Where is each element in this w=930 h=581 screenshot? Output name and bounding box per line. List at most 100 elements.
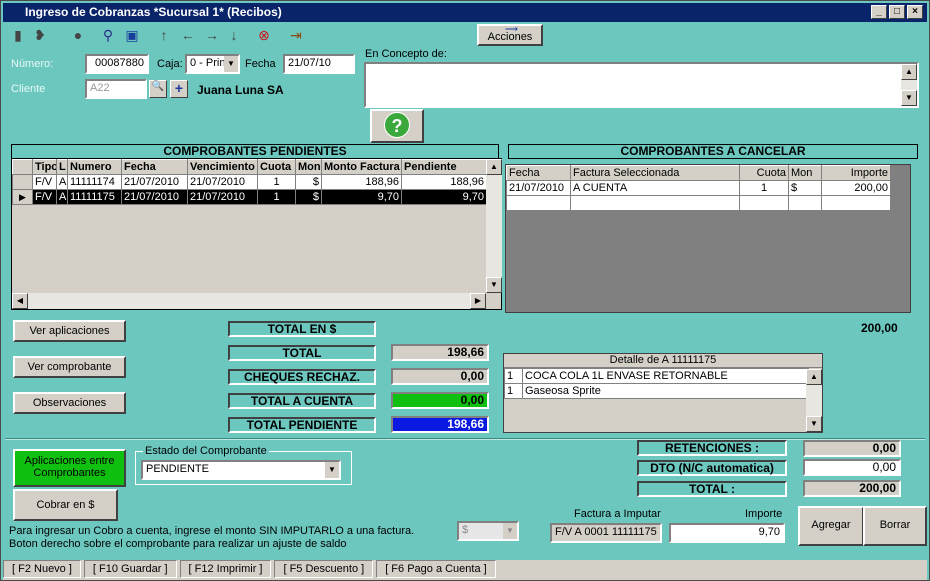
col-header[interactable]: Monto Factura (321, 159, 402, 175)
list-item[interactable]: 1 COCA COLA 1L ENVASE RETORNABLE (504, 368, 809, 384)
borrar-button[interactable]: Borrar (863, 506, 927, 546)
caja-select[interactable]: 0 - Prin ▼ (185, 54, 240, 74)
col-header[interactable]: Numero (67, 159, 122, 175)
currency-select[interactable]: $ ▼ (457, 521, 519, 541)
dto-input[interactable]: 0,00 (803, 459, 901, 476)
cell: COCA COLA 1L ENVASE RETORNABLE (522, 368, 809, 384)
total-label: TOTAL (228, 345, 376, 361)
cell: 11111175 (67, 189, 122, 205)
scroll-up-icon[interactable]: ▲ (486, 159, 502, 175)
status-f12-imprimir[interactable]: [ F12 Imprimir ] (179, 560, 272, 578)
cell: Gaseosa Sprite (522, 383, 809, 399)
cancel-icon[interactable]: ⊗ (255, 26, 273, 44)
chevron-down-icon[interactable]: ▼ (503, 523, 517, 539)
cliente-code-input[interactable]: A22 (85, 79, 147, 99)
help-button[interactable]: ? (370, 109, 424, 143)
scroll-down-icon[interactable]: ▼ (486, 277, 502, 293)
chevron-down-icon[interactable]: ▼ (325, 462, 339, 478)
col-header[interactable]: Vencimiento (187, 159, 258, 175)
bag-icon[interactable]: ● (69, 26, 87, 44)
toolbar: ▮ ❥ ● ⚲ ▣ ↑ ← → ↓ ⊗ ⇥ ⟶ Acciones (3, 23, 927, 47)
search-icon[interactable]: ⚲ (99, 26, 117, 44)
detalle-panel: Detalle de A 11111175 1 COCA COLA 1L ENV… (503, 353, 823, 433)
row-pointer-icon: ▶ (12, 189, 33, 205)
new-doc-icon[interactable]: ▮ (9, 26, 27, 44)
add-client-icon[interactable]: + (170, 80, 188, 98)
cell: 21/07/2010 (187, 174, 258, 190)
aplicaciones-entre-button[interactable]: Aplicaciones entre Comprobantes (13, 449, 126, 487)
scroll-right-icon[interactable]: ▶ (470, 293, 486, 309)
status-f5-descuento[interactable]: [ F5 Descuento ] (274, 560, 374, 578)
table-row[interactable] (506, 195, 891, 211)
cell: 21/07/2010 (506, 180, 571, 196)
status-f6-pago-cuenta[interactable]: [ F6 Pago a Cuenta ] (376, 560, 496, 578)
col-header[interactable]: Tipo (32, 159, 57, 175)
agregar-button[interactable]: Agregar (798, 506, 864, 546)
importe-input[interactable]: 9,70 (669, 523, 785, 543)
scroll-down-icon[interactable]: ▼ (806, 416, 822, 432)
ver-comprobante-button[interactable]: Ver comprobante (13, 356, 126, 378)
col-header[interactable]: Cuota (739, 165, 789, 181)
open-icon[interactable]: ❥ (31, 26, 49, 44)
cell: 21/07/2010 (121, 174, 188, 190)
arrow-left-icon[interactable]: ← (179, 26, 197, 44)
cell (506, 195, 571, 211)
cell: $ (788, 180, 822, 196)
list-item[interactable]: 1 Gaseosa Sprite (504, 383, 809, 399)
col-header[interactable]: Fecha (121, 159, 188, 175)
status-f2-nuevo[interactable]: [ F2 Nuevo ] (3, 560, 81, 578)
cell: A CUENTA (570, 180, 740, 196)
retenciones-value: 0,00 (803, 440, 901, 457)
chevron-down-icon[interactable]: ▼ (224, 56, 238, 72)
caja-value: 0 - Prin (190, 57, 226, 69)
table-row[interactable]: 21/07/2010 A CUENTA 1 $ 200,00 (506, 180, 891, 196)
scroll-up-icon[interactable]: ▲ (901, 64, 917, 80)
arrow-down-icon[interactable]: ↓ (225, 26, 243, 44)
exit-icon[interactable]: ⇥ (287, 26, 305, 44)
fecha-input[interactable]: 21/07/10 (283, 54, 355, 74)
caja-label: Caja: (157, 58, 183, 70)
pendientes-hscroll[interactable]: ◀ ▶ (12, 293, 486, 309)
status-f10-guardar[interactable]: [ F10 Guardar ] (83, 560, 177, 578)
arrow-right-icon[interactable]: → (203, 26, 221, 44)
col-header[interactable]: Mon (788, 165, 822, 181)
estado-select[interactable]: PENDIENTE ▼ (141, 460, 341, 480)
cell: 1 (257, 189, 296, 205)
pendientes-header-row: Tipo L Numero Fecha Vencimiento Cuota Mo… (12, 159, 487, 175)
close-button[interactable]: × (907, 5, 923, 19)
table-row[interactable]: F/V A 11111174 21/07/2010 21/07/2010 1 $… (12, 174, 487, 190)
cliente-name: Juana Luna SA (197, 83, 284, 97)
window-title: Ingreso de Cobranzas *Sucursal 1* (Recib… (25, 5, 282, 19)
concepto-textarea[interactable]: ▲ ▼ (364, 62, 919, 108)
find-client-icon[interactable]: 🔍 (149, 80, 167, 98)
minimize-button[interactable]: _ (871, 5, 887, 19)
ver-aplicaciones-button[interactable]: Ver aplicaciones (13, 320, 126, 342)
col-header[interactable]: L (56, 159, 68, 175)
fecha-label: Fecha (245, 58, 276, 70)
detalle-vscroll[interactable]: ▲ ▼ (806, 369, 822, 432)
observaciones-button[interactable]: Observaciones (13, 392, 126, 414)
scroll-down-icon[interactable]: ▼ (901, 90, 917, 106)
col-header[interactable]: Factura Seleccionada (570, 165, 740, 181)
cheques-value: 0,00 (391, 368, 489, 385)
acciones-button[interactable]: ⟶ Acciones (477, 24, 543, 46)
col-header[interactable]: Fecha (506, 165, 571, 181)
cell: 9,70 (321, 189, 402, 205)
col-header[interactable]: Importe (821, 165, 891, 181)
scroll-up-icon[interactable]: ▲ (806, 369, 822, 385)
cell: 188,96 (401, 174, 487, 190)
col-header[interactable]: Cuota (257, 159, 296, 175)
arrow-up-icon[interactable]: ↑ (155, 26, 173, 44)
acciones-arrow-icon: ⟶ (505, 24, 518, 34)
numero-input[interactable]: 00087880 (85, 54, 149, 74)
save-icon[interactable]: ▣ (123, 26, 141, 44)
cell: $ (295, 174, 322, 190)
cobrar-button[interactable]: Cobrar en $ (13, 489, 118, 521)
col-header[interactable]: Pendiente (401, 159, 487, 175)
maximize-button[interactable]: □ (889, 5, 905, 19)
scroll-left-icon[interactable]: ◀ (12, 293, 28, 309)
col-header[interactable]: Mon (295, 159, 322, 175)
table-row-selected[interactable]: ▶ F/V A 11111175 21/07/2010 21/07/2010 1… (12, 189, 487, 205)
pendientes-vscroll[interactable]: ▲ ▼ (486, 159, 502, 293)
estado-value: PENDIENTE (146, 463, 209, 475)
